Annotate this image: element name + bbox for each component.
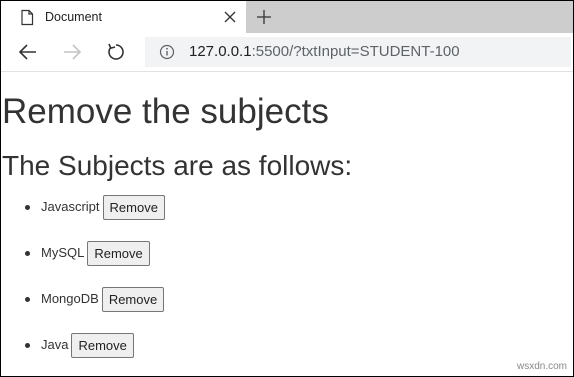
document-icon [19, 9, 35, 26]
page-content: Remove the subjects The Subjects are as … [1, 72, 573, 376]
info-icon[interactable] [159, 44, 175, 60]
bullet-icon [25, 205, 30, 210]
subject-name: MySQL [41, 245, 85, 260]
remove-button[interactable]: Remove [102, 194, 165, 220]
arrow-left-icon[interactable] [17, 42, 39, 62]
tab-title: Document [45, 10, 102, 24]
watermark: wsxdn.com [516, 361, 567, 372]
browser-window: Document 127.0.0.1:5500/?txtInput=STUDEN… [0, 0, 574, 377]
plus-icon[interactable] [255, 8, 273, 26]
url-path: :5500/?txtInput=STUDENT-100 [251, 43, 460, 60]
tab-strip: Document [1, 1, 573, 33]
remove-button[interactable]: Remove [87, 240, 150, 266]
arrow-right-icon[interactable] [61, 42, 83, 62]
subjects-heading: The Subjects are as follows: [2, 150, 353, 181]
subject-name: Javascript [41, 199, 100, 214]
subject-name: Java [41, 337, 69, 352]
bullet-icon [25, 251, 30, 256]
close-icon[interactable] [223, 10, 237, 24]
page-title: Remove the subjects [2, 92, 329, 131]
browser-toolbar: 127.0.0.1:5500/?txtInput=STUDENT-100 [1, 33, 573, 72]
url-text[interactable]: 127.0.0.1:5500/?txtInput=STUDENT-100 [189, 43, 460, 61]
reload-icon[interactable] [105, 42, 127, 62]
subject-name: MongoDB [41, 291, 99, 306]
bullet-icon [25, 297, 30, 302]
remove-button[interactable]: Remove [71, 332, 134, 358]
url-host: 127.0.0.1 [189, 43, 252, 60]
remove-button[interactable]: Remove [101, 286, 165, 312]
tab-document[interactable]: Document [1, 1, 246, 33]
bullet-icon [25, 343, 30, 348]
address-bar[interactable]: 127.0.0.1:5500/?txtInput=STUDENT-100 [145, 37, 571, 67]
